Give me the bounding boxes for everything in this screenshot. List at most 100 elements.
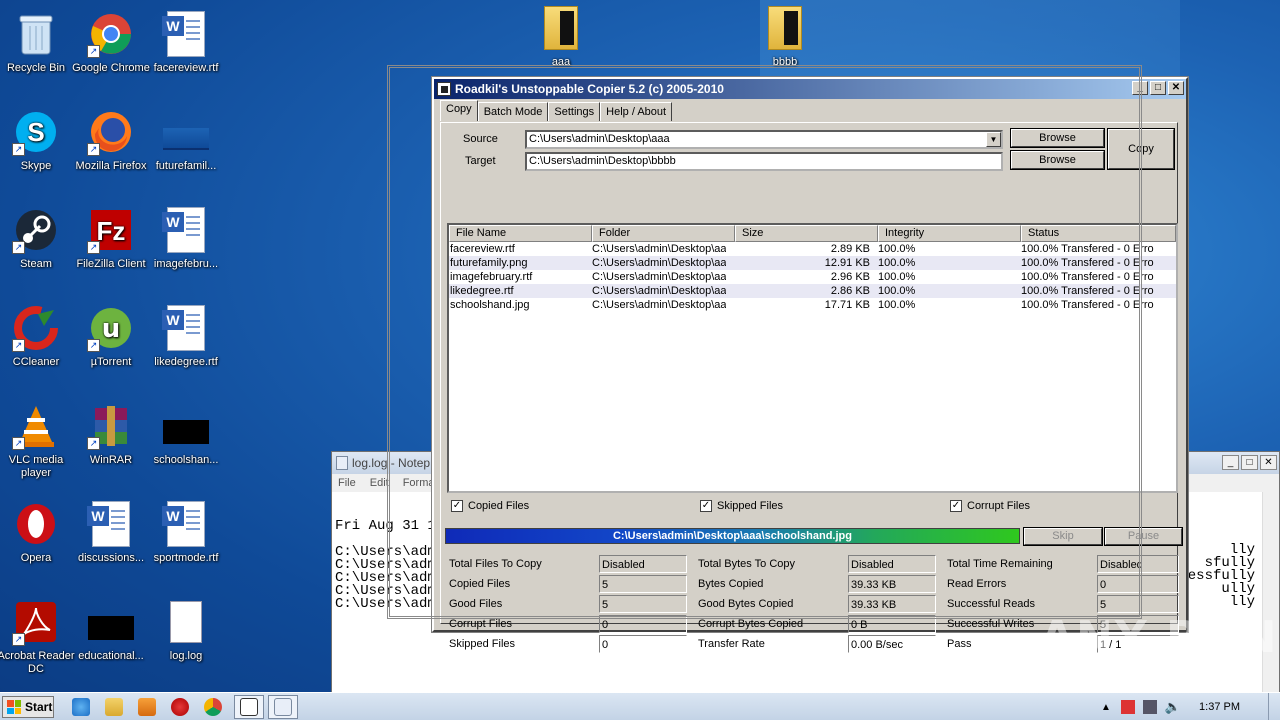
flag-icon[interactable] — [1120, 700, 1135, 714]
tab-copy[interactable]: Copy — [440, 100, 478, 121]
skipped-files-checkbox[interactable]: ✓ Skipped Files — [700, 500, 783, 512]
minimize-button[interactable]: _ — [1132, 81, 1148, 95]
minimize-button[interactable]: _ — [1222, 455, 1239, 470]
desktop-icon-label: Google Chrome — [72, 62, 150, 74]
opera-taskbar-icon[interactable] — [171, 698, 189, 716]
copy-progress-bar: C:\Users\admin\Desktop\aaa\schoolshand.j… — [445, 528, 1020, 544]
internet-explorer-icon[interactable] — [72, 698, 90, 716]
desktop-icon-label: imagefebru... — [153, 258, 219, 270]
stat-value: 5 — [599, 575, 687, 593]
column-file-name[interactable]: File Name — [449, 225, 592, 242]
google-chrome-icon[interactable]: ↗ Google Chrome — [72, 6, 150, 98]
start-button[interactable]: Start — [2, 696, 54, 718]
schoolshand-icon[interactable]: schoolshan... — [147, 398, 225, 490]
futurefamily-icon[interactable]: futurefamil... — [147, 104, 225, 196]
checkmark-icon: ✓ — [700, 500, 712, 512]
log-file-icon[interactable]: log.log — [147, 594, 225, 686]
filezilla-icon[interactable]: Fz ↗ FileZilla Client — [72, 202, 150, 294]
educational-icon[interactable]: educational... — [72, 594, 150, 686]
table-row[interactable]: schoolshand.jpg C:\Users\admin\Desktop\a… — [449, 298, 1176, 312]
table-row[interactable]: facereview.rtf C:\Users\admin\Desktop\aa… — [449, 242, 1176, 256]
facereview-rtf-icon[interactable]: W facereview.rtf — [147, 6, 225, 98]
desktop-icon-label: facereview.rtf — [153, 62, 219, 74]
imagefebruary-rtf-icon[interactable]: W imagefebru... — [147, 202, 225, 294]
pause-button[interactable]: Pause — [1104, 527, 1183, 546]
skype-icon[interactable]: S ↗ Skype — [0, 104, 75, 196]
column-folder[interactable]: Folder — [592, 225, 735, 242]
taskbar: Start ▲ 🔈 1:37 PM — [0, 692, 1280, 720]
tab-help-about[interactable]: Help / About — [600, 102, 673, 121]
chrome-taskbar-icon[interactable] — [204, 698, 222, 716]
maximize-button[interactable]: □ — [1241, 455, 1258, 470]
copied-files-checkbox[interactable]: ✓ Copied Files — [451, 500, 529, 512]
tab-batch-mode[interactable]: Batch Mode — [477, 102, 549, 121]
target-input[interactable]: C:\Users\admin\Desktop\bbbb — [525, 152, 1003, 171]
stat-label: Corrupt Files — [449, 618, 512, 630]
table-row[interactable]: futurefamily.png C:\Users\admin\Desktop\… — [449, 256, 1176, 270]
show-desktop-button[interactable] — [1268, 693, 1280, 720]
desktop-icon-label: schoolshan... — [153, 454, 219, 466]
explorer-folder-icon[interactable] — [105, 698, 123, 716]
desktop-icon-label: futurefamil... — [155, 160, 217, 172]
utorrent-icon[interactable]: u ↗ µTorrent — [72, 300, 150, 392]
sportmode-rtf-icon[interactable]: W sportmode.rtf — [147, 496, 225, 588]
column-size[interactable]: Size — [735, 225, 878, 242]
svg-text:Fz: Fz — [97, 216, 126, 246]
notepad-scrollbar[interactable] — [1262, 492, 1279, 695]
table-row[interactable]: likedegree.rtf C:\Users\admin\Desktop\aa… — [449, 284, 1176, 298]
app-icon — [437, 82, 451, 96]
corrupt-files-checkbox[interactable]: ✓ Corrupt Files — [950, 500, 1030, 512]
likedegree-rtf-icon[interactable]: W likedegree.rtf — [147, 300, 225, 392]
show-hidden-icons-icon[interactable]: ▲ — [1101, 702, 1111, 713]
stat-label: Total Bytes To Copy — [698, 558, 796, 570]
desktop-icon-label: µTorrent — [90, 356, 132, 368]
clock[interactable]: 1:37 PM — [1199, 701, 1240, 713]
skip-button[interactable]: Skip — [1023, 527, 1103, 546]
stat-label: Total Time Remaining — [947, 558, 1053, 570]
svg-text:S: S — [27, 117, 44, 147]
browse-source-button[interactable]: Browse — [1010, 128, 1105, 148]
opera-icon[interactable]: Opera — [0, 496, 75, 588]
app-title-bar[interactable]: Roadkil's Unstoppable Copier 5.2 (c) 200… — [434, 79, 1186, 99]
menu-edit[interactable]: Edit — [370, 477, 389, 489]
column-status[interactable]: Status — [1021, 225, 1176, 242]
copy-button[interactable]: Copy — [1107, 128, 1175, 170]
maximize-button[interactable]: □ — [1150, 81, 1166, 95]
volume-icon[interactable]: 🔈 — [1165, 699, 1181, 715]
checkmark-icon: ✓ — [451, 500, 463, 512]
target-label: Target — [465, 155, 496, 167]
file-list[interactable]: File Name Folder Size Integrity Status f… — [447, 223, 1178, 493]
ccleaner-icon[interactable]: ↗ CCleaner — [0, 300, 75, 392]
media-player-icon[interactable] — [138, 698, 156, 716]
table-row[interactable]: imagefebruary.rtf C:\Users\admin\Desktop… — [449, 270, 1176, 284]
desktop-icon-label: Recycle Bin — [6, 62, 66, 74]
chevron-down-icon[interactable]: ▼ — [986, 132, 1001, 147]
close-button[interactable]: ✕ — [1260, 455, 1277, 470]
close-button[interactable]: ✕ — [1168, 81, 1184, 95]
desktop-icon-label: sportmode.rtf — [153, 552, 219, 564]
stat-value: 5 — [599, 595, 687, 613]
stat-label: Copied Files — [449, 578, 511, 590]
desktop-icon-label: educational... — [78, 650, 144, 662]
stat-value: 5 — [1097, 595, 1179, 613]
source-combobox[interactable]: C:\Users\admin\Desktop\aaa ▼ — [525, 130, 1003, 149]
svg-text:u: u — [102, 314, 121, 344]
filter-checkboxes: ✓ Copied Files ✓ Skipped Files ✓ Corrupt Fi… — [447, 495, 1178, 517]
stat-value: 0 — [599, 615, 687, 633]
notepad-title: log.log - Notep — [352, 456, 431, 470]
browse-target-button[interactable]: Browse — [1010, 150, 1105, 170]
network-icon[interactable] — [1142, 700, 1157, 714]
mozilla-firefox-icon[interactable]: ↗ Mozilla Firefox — [72, 104, 150, 196]
winrar-icon[interactable]: ↗ WinRAR — [72, 398, 150, 490]
recycle-bin-icon[interactable]: Recycle Bin — [0, 6, 75, 98]
column-integrity[interactable]: Integrity — [878, 225, 1021, 242]
acrobat-reader-icon[interactable]: ↗ Acrobat Reader DC — [0, 594, 75, 686]
stat-label: Successful Reads — [947, 598, 1036, 610]
tab-settings[interactable]: Settings — [548, 102, 601, 121]
stat-value: Disabled — [599, 555, 687, 573]
discussions-icon[interactable]: W discussions... — [72, 496, 150, 588]
steam-icon[interactable]: ↗ Steam — [0, 202, 75, 294]
vlc-media-player-icon[interactable]: ↗ VLC media player — [0, 398, 75, 490]
unstoppable-copier-window[interactable]: Roadkil's Unstoppable Copier 5.2 (c) 200… — [431, 76, 1189, 653]
menu-file[interactable]: File — [338, 477, 356, 489]
